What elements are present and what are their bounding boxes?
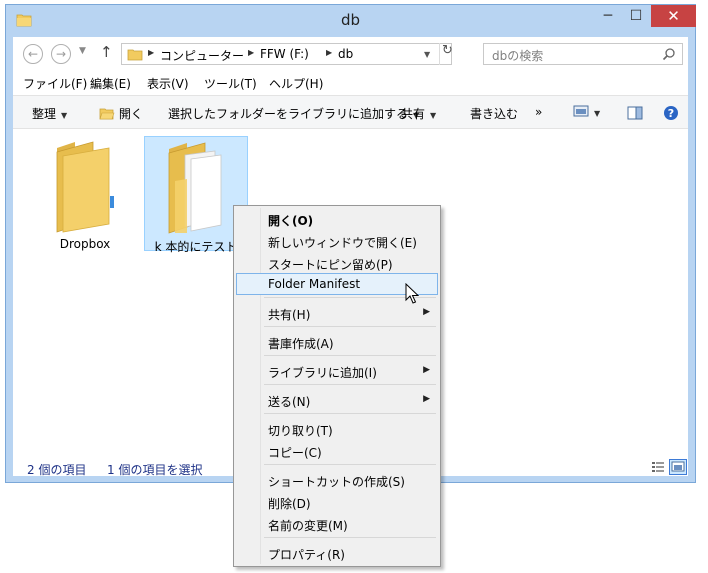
- ctx-create-archive-label: 書庫作成(A): [268, 337, 334, 351]
- menu-help[interactable]: ヘルプ(H): [269, 75, 323, 92]
- search-input[interactable]: dbの検索: [492, 47, 543, 64]
- context-menu: 開く(O) 新しいウィンドウで開く(E) スタートにピン留め(P) Folder…: [233, 205, 441, 567]
- ctx-open-new-window[interactable]: 新しいウィンドウで開く(E): [236, 230, 438, 252]
- navigation-bar: ← → ▼ ↑ ▶ コンピューター ▶ FFW (F:) ▶ db ▼ ↻ db…: [13, 37, 688, 69]
- ctx-send-to-label: 送る(N): [268, 395, 311, 409]
- ctx-copy-label: コピー(C): [268, 446, 322, 460]
- ctx-pin-to-start-label: スタートにピン留め(P): [268, 258, 393, 272]
- breadcrumb-computer[interactable]: コンピューター: [160, 47, 244, 64]
- ctx-cut-label: 切り取り(T): [268, 424, 333, 438]
- ctx-add-to-library-label: ライブラリに追加(I): [268, 366, 377, 380]
- large-icons-view-icon[interactable]: [669, 459, 687, 475]
- svg-text:?: ?: [668, 107, 674, 120]
- ctx-delete[interactable]: 削除(D): [236, 491, 438, 513]
- ctx-open[interactable]: 開く(O): [236, 208, 438, 230]
- refresh-icon[interactable]: ↻: [439, 43, 455, 65]
- menu-tools[interactable]: ツール(T): [204, 75, 257, 92]
- share-button[interactable]: 共有 ▼: [401, 105, 436, 122]
- open-label: 開く: [118, 107, 143, 121]
- recent-locations-chevron-icon[interactable]: ▼: [79, 46, 86, 56]
- breadcrumb-chevron-icon[interactable]: ▶: [148, 48, 154, 57]
- open-folder-icon: [99, 108, 115, 120]
- organize-button[interactable]: 整理 ▼: [32, 105, 67, 122]
- details-view-icon[interactable]: [649, 459, 667, 475]
- forward-button[interactable]: →: [51, 44, 71, 64]
- folder-label: Dropbox: [59, 237, 111, 251]
- organize-label: 整理: [32, 107, 57, 121]
- ctx-send-to[interactable]: 送る(N) ▶: [236, 389, 438, 411]
- breadcrumb-drive[interactable]: FFW (F:): [260, 47, 309, 61]
- submenu-arrow-icon: ▶: [423, 307, 430, 317]
- chevron-down-icon: ▼: [594, 109, 601, 118]
- context-menu-separator: [264, 413, 436, 414]
- folder-label: k 本的にテスト: [154, 240, 238, 254]
- ctx-add-to-library[interactable]: ライブラリに追加(I) ▶: [236, 360, 438, 382]
- context-menu-separator: [264, 326, 436, 327]
- ctx-rename-label: 名前の変更(M): [268, 519, 348, 533]
- ctx-share[interactable]: 共有(H) ▶: [236, 302, 438, 324]
- ctx-create-shortcut[interactable]: ショートカットの作成(S): [236, 469, 438, 491]
- breadcrumb-db[interactable]: db: [338, 47, 353, 61]
- submenu-arrow-icon: ▶: [423, 394, 430, 404]
- chevron-down-icon: ▼: [430, 111, 437, 120]
- ctx-rename[interactable]: 名前の変更(M): [236, 513, 438, 535]
- ctx-create-shortcut-label: ショートカットの作成(S): [268, 475, 405, 489]
- context-menu-separator: [264, 537, 436, 538]
- help-icon[interactable]: ?: [663, 105, 679, 121]
- menu-file[interactable]: ファイル(F): [23, 75, 87, 92]
- address-dropdown-icon[interactable]: ▼: [424, 50, 430, 59]
- ctx-open-new-window-label: 新しいウィンドウで開く(E): [268, 236, 417, 250]
- ctx-properties[interactable]: プロパティ(R): [236, 542, 438, 564]
- status-selection-count: 1 個の項目を選択: [107, 463, 203, 477]
- mouse-pointer-icon: [405, 283, 419, 304]
- ctx-pin-to-start[interactable]: スタートにピン留め(P): [236, 252, 438, 274]
- share-label: 共有: [401, 107, 426, 121]
- ctx-properties-label: プロパティ(R): [268, 548, 345, 562]
- context-menu-separator: [264, 355, 436, 356]
- submenu-arrow-icon: ▶: [423, 365, 430, 375]
- minimize-button[interactable]: ─: [594, 5, 622, 27]
- chevron-down-icon: ▼: [61, 111, 68, 120]
- ctx-delete-label: 削除(D): [268, 497, 311, 511]
- ctx-cut[interactable]: 切り取り(T): [236, 418, 438, 440]
- menu-bar: ファイル(F) 編集(E) 表示(V) ツール(T) ヘルプ(H): [13, 72, 688, 94]
- folder-with-documents-icon: [168, 142, 222, 234]
- context-menu-separator: [264, 464, 436, 465]
- add-to-library-label: 選択したフォルダーをライブラリに追加する: [168, 107, 409, 121]
- title-bar[interactable]: db ─ ☐ ✕: [6, 5, 696, 37]
- folder-item-dropbox[interactable]: Dropbox: [33, 136, 137, 251]
- ctx-create-archive[interactable]: 書庫作成(A): [236, 331, 438, 353]
- preview-pane-icon[interactable]: [627, 106, 643, 120]
- up-button[interactable]: ↑: [100, 43, 113, 61]
- open-button[interactable]: 開く: [99, 105, 143, 122]
- breadcrumb-chevron-icon[interactable]: ▶: [326, 48, 332, 57]
- folder-icon: [127, 49, 143, 61]
- search-icon[interactable]: [662, 47, 676, 61]
- breadcrumb-chevron-icon[interactable]: ▶: [248, 48, 254, 57]
- search-box[interactable]: dbの検索: [483, 43, 683, 65]
- ctx-folder-manifest-label: Folder Manifest: [268, 277, 361, 291]
- change-view-button[interactable]: ▼: [573, 105, 600, 119]
- menu-view[interactable]: 表示(V): [147, 75, 189, 92]
- menu-edit[interactable]: 編集(E): [90, 75, 131, 92]
- close-button[interactable]: ✕: [651, 5, 696, 27]
- address-bar[interactable]: ▶ コンピューター ▶ FFW (F:) ▶ db ▼ ↻: [121, 43, 455, 65]
- maximize-button[interactable]: ☐: [622, 5, 650, 27]
- add-to-library-button[interactable]: 選択したフォルダーをライブラリに追加する ▼: [168, 105, 419, 122]
- ctx-open-label: 開く(O): [268, 214, 314, 228]
- more-commands-button[interactable]: »: [535, 105, 542, 119]
- status-item-count: 2 個の項目: [27, 463, 87, 477]
- folder-icon: [56, 141, 114, 233]
- back-button[interactable]: ←: [23, 44, 43, 64]
- context-menu-separator: [264, 384, 436, 385]
- window-title: db: [340, 11, 361, 29]
- ctx-share-label: 共有(H): [268, 308, 311, 322]
- view-icon: [573, 105, 589, 117]
- command-bar: 整理 ▼ 開く 選択したフォルダーをライブラリに追加する ▼ 共有 ▼ 書き込む »: [13, 95, 688, 129]
- burn-button[interactable]: 書き込む: [470, 105, 518, 122]
- ctx-copy[interactable]: コピー(C): [236, 440, 438, 462]
